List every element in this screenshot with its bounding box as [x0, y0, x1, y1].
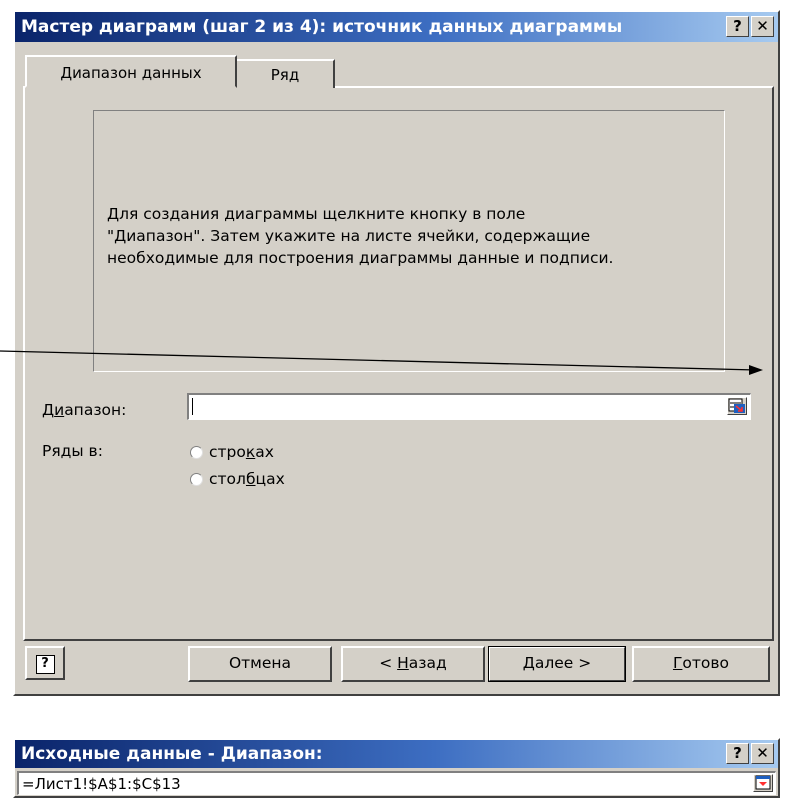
tab-panel: Для создания диаграммы щелкните кнопку в…: [23, 86, 774, 641]
chart-wizard-dialog: Мастер диаграмм (шаг 2 из 4): источник д…: [13, 10, 780, 696]
range-input[interactable]: [187, 393, 751, 420]
help-icon[interactable]: ?: [726, 16, 749, 37]
radio-rows-label: строках: [209, 443, 274, 461]
instruction-line: необходимые для построения диаграммы дан…: [107, 249, 614, 267]
series-in-label: Ряды в:: [42, 442, 103, 460]
finish-button[interactable]: Готово: [632, 646, 770, 682]
instruction-line: "Диапазон". Затем укажите на листе ячейк…: [107, 227, 591, 245]
text-caret: [192, 398, 193, 415]
next-button[interactable]: Далее >: [488, 646, 626, 682]
source-range-value: =Лист1!$A$1:$C$13: [22, 775, 181, 793]
radio-columns[interactable]: столбцах: [188, 470, 348, 493]
collapse-dialog-icon: [728, 398, 745, 413]
help-question-icon: ?: [35, 655, 55, 674]
source-title: Исходные данные - Диапазон:: [21, 744, 323, 764]
back-button[interactable]: < Назад: [341, 646, 485, 682]
expand-dialog-icon: [755, 775, 771, 790]
instruction-line: Для создания диаграммы щелкните кнопку в…: [107, 205, 526, 223]
tab-series[interactable]: Ряд: [235, 59, 335, 88]
radio-rows-button[interactable]: [190, 446, 203, 459]
source-data-range-dialog: Исходные данные - Диапазон: ? ✕ =Лист1!$…: [13, 738, 780, 798]
collapse-dialog-button[interactable]: [727, 397, 747, 415]
source-range-input[interactable]: =Лист1!$A$1:$C$13: [17, 771, 776, 795]
wizard-titlebar[interactable]: Мастер диаграмм (шаг 2 из 4): источник д…: [15, 12, 778, 42]
chart-preview-area: Для создания диаграммы щелкните кнопку в…: [93, 110, 725, 372]
close-icon[interactable]: ✕: [751, 16, 774, 37]
expand-dialog-button[interactable]: [753, 774, 773, 792]
tab-data-range-label: Диапазон данных: [60, 64, 202, 82]
instruction-text: Для создания диаграммы щелкните кнопку в…: [107, 203, 613, 269]
tab-data-range[interactable]: Диапазон данных: [25, 55, 237, 88]
radio-columns-button[interactable]: [190, 473, 203, 486]
tab-series-label: Ряд: [270, 66, 300, 84]
help-button[interactable]: ?: [25, 646, 65, 680]
radio-rows[interactable]: строках: [188, 443, 348, 466]
range-label: Диапазон:: [42, 401, 127, 419]
wizard-title: Мастер диаграмм (шаг 2 из 4): источник д…: [21, 17, 623, 37]
source-titlebar[interactable]: Исходные данные - Диапазон:: [15, 740, 778, 768]
help-icon[interactable]: ?: [726, 743, 749, 764]
close-icon[interactable]: ✕: [751, 743, 774, 764]
radio-columns-label: столбцах: [209, 470, 285, 488]
cancel-button[interactable]: Отмена: [188, 646, 332, 682]
